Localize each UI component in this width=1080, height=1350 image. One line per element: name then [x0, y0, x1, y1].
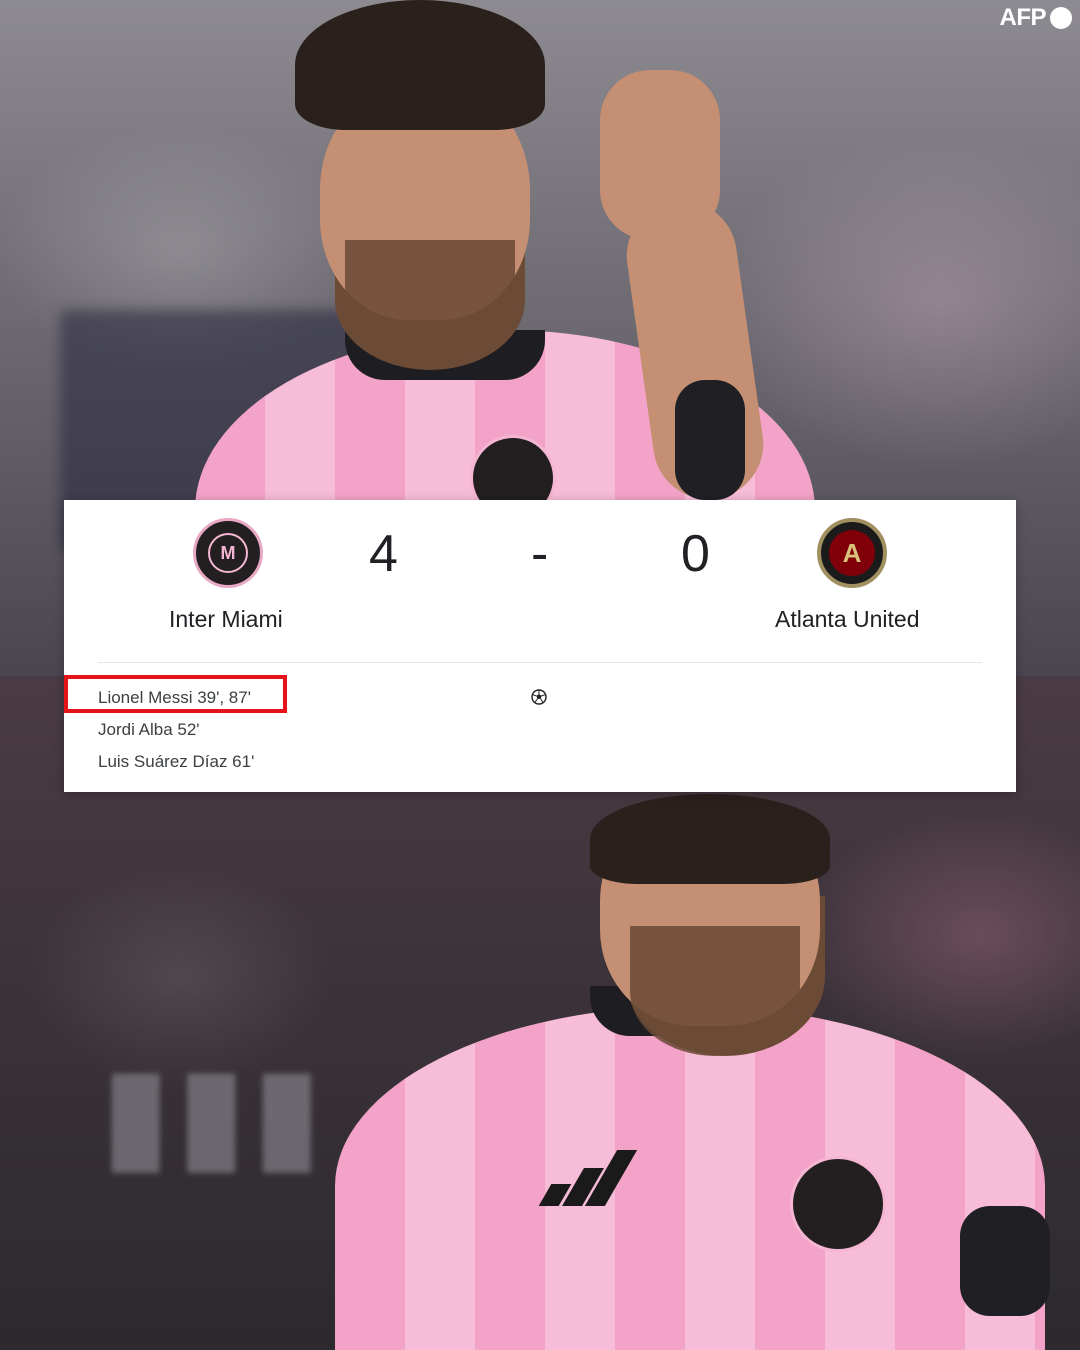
away-score: 0 [681, 525, 710, 583]
goal-scorer-item: Luis Suárez Díaz 61' [98, 752, 255, 771]
afp-logo-text: AFP [999, 4, 1047, 31]
score-card: M A 4 - 0 Inter Miami Atlanta United Lio… [64, 500, 1016, 792]
away-crest-letter: A [829, 530, 875, 576]
inter-miami-crest-icon: M [193, 518, 263, 588]
home-score: 4 [369, 525, 398, 583]
goal-scorer-item: Jordi Alba 52' [98, 720, 200, 739]
soccer-ball-icon [531, 689, 547, 705]
shirt-crest-icon [790, 1156, 886, 1252]
messi-highlight-box [64, 675, 287, 713]
background-board-blur: ▮▮▮ [100, 1039, 327, 1185]
away-team-name: Atlanta United [775, 606, 920, 632]
adidas-logo-icon [538, 1146, 638, 1206]
atlanta-united-crest-icon: A [817, 518, 887, 588]
home-team-name: Inter Miami [169, 606, 283, 632]
captain-armband [960, 1206, 1050, 1316]
afp-logo: AFP [999, 4, 1072, 32]
card-divider [98, 662, 982, 663]
score-separator: - [531, 525, 549, 583]
afp-dot-icon [1050, 7, 1072, 29]
home-crest-letter: M [208, 533, 248, 573]
captain-armband [675, 380, 745, 500]
